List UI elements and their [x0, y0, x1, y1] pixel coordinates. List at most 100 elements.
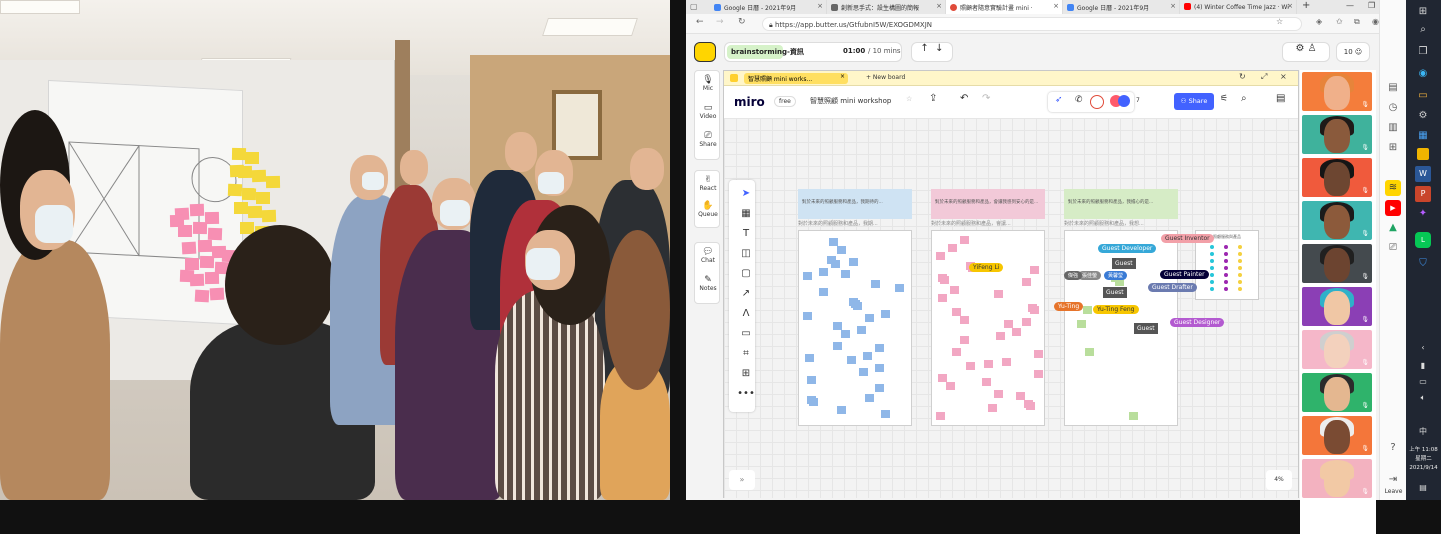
expand-panel-icon[interactable]: »	[729, 470, 755, 490]
select-tool-icon[interactable]: ➤	[733, 188, 759, 199]
sticky-note[interactable]	[865, 394, 874, 402]
clock[interactable]: 上午 11:08 星期二 2021/9/14	[1406, 446, 1441, 473]
sticky-note[interactable]	[875, 364, 884, 372]
comment-tool-icon[interactable]: ▭	[733, 328, 759, 339]
chat-button[interactable]: 💬︎ Chat	[695, 247, 721, 264]
sticky-note-tool-icon[interactable]: ◫	[733, 248, 759, 259]
window-menu-icon[interactable]: ▢	[690, 2, 698, 11]
sticky-note[interactable]	[849, 258, 858, 266]
sticky-note[interactable]	[809, 398, 818, 406]
sticky-note[interactable]	[1030, 266, 1039, 274]
word-icon[interactable]: W	[1415, 166, 1431, 182]
calendar-app-icon[interactable]: ▦	[1415, 128, 1431, 144]
frame-tool-icon[interactable]: ⌗	[733, 348, 759, 359]
extension-icon[interactable]: ◈	[1316, 17, 1322, 26]
sticky-note[interactable]	[950, 286, 959, 294]
volume-icon[interactable]: 🔈︎	[1415, 390, 1431, 406]
participant-video-tile[interactable]: 🎙︎	[1302, 330, 1372, 369]
sticky-note[interactable]	[833, 342, 842, 350]
sticky-note[interactable]	[837, 406, 846, 414]
sticky-note[interactable]	[938, 374, 947, 382]
participant-video-tile[interactable]: 🎙︎	[1302, 115, 1372, 154]
participant-video-tile[interactable]: 🎙︎	[1302, 201, 1372, 240]
minimize-icon[interactable]: —	[1346, 1, 1354, 10]
sticky-note[interactable]	[938, 274, 947, 282]
column-header[interactable]: 對於未來的照顧服務和產品，會讓我感到安心的是...	[931, 189, 1045, 219]
sticky-note[interactable]	[829, 238, 838, 246]
sticky-notes-app-icon[interactable]	[1417, 148, 1429, 160]
drive-icon[interactable]: ▲	[1385, 220, 1401, 236]
clock-icon[interactable]: ◷	[1385, 100, 1401, 116]
powerpoint-icon[interactable]: P	[1415, 186, 1431, 202]
file-explorer-icon[interactable]: ▭	[1415, 88, 1431, 104]
sticky-note[interactable]	[988, 404, 997, 412]
sticky-note[interactable]	[875, 344, 884, 352]
timer-icon[interactable]	[1090, 95, 1104, 109]
close-icon[interactable]: ×	[936, 2, 942, 10]
sticky-note[interactable]	[871, 280, 880, 288]
favorites-icon[interactable]: ✩	[1336, 17, 1343, 26]
search-icon[interactable]: ⌕	[1415, 22, 1431, 38]
close-icon[interactable]: ×	[1280, 72, 1287, 81]
zoom-level[interactable]: 4%	[1266, 470, 1292, 490]
sticky-note[interactable]	[819, 288, 828, 296]
sticky-note[interactable]	[938, 294, 947, 302]
sticky-note[interactable]	[960, 336, 969, 344]
sticky-note[interactable]	[1022, 278, 1031, 286]
text-tool-icon[interactable]: T	[733, 228, 759, 239]
edge-icon[interactable]: ◉	[1415, 66, 1431, 82]
sticky-note[interactable]	[952, 348, 961, 356]
close-icon[interactable]: ×	[840, 73, 845, 80]
notes-button[interactable]: ✎ Notes	[695, 275, 721, 292]
notes-list-icon[interactable]: ▤	[1276, 93, 1285, 104]
sticky-note[interactable]	[960, 316, 969, 324]
sticky-note[interactable]	[1012, 328, 1021, 336]
leave-icon[interactable]: ⇥	[1385, 472, 1401, 488]
line-icon[interactable]: L	[1415, 232, 1431, 248]
sticky-note[interactable]	[881, 410, 890, 418]
sticky-note[interactable]	[936, 252, 945, 260]
arrow-tool-icon[interactable]: ↗	[733, 288, 759, 299]
screen-icon[interactable]: ⎚	[1385, 240, 1401, 256]
participant-video-tile[interactable]: 🎙︎	[1302, 158, 1372, 197]
refresh-icon[interactable]: ↻	[738, 17, 746, 27]
collections-icon[interactable]: ⧉	[1354, 17, 1360, 27]
settings-sliders-icon[interactable]: ⚟	[1220, 94, 1228, 104]
sticky-note[interactable]	[881, 310, 890, 318]
sticky-note[interactable]	[946, 382, 955, 390]
sticky-note[interactable]	[966, 362, 975, 370]
sticky-note[interactable]	[994, 390, 1003, 398]
restore-icon[interactable]: ❐	[1368, 1, 1375, 10]
sticky-note[interactable]	[982, 378, 991, 386]
mic-button[interactable]: 🎙︎ Mic	[695, 75, 721, 92]
board-title[interactable]: 智慧照顧 mini workshop	[810, 96, 891, 106]
chevron-up-icon[interactable]: ‹	[1415, 340, 1431, 356]
participant-video-tile[interactable]: 🎙︎	[1302, 416, 1372, 455]
sticky-note[interactable]	[857, 326, 866, 334]
sticky-note[interactable]	[803, 312, 812, 320]
sticky-note[interactable]	[837, 246, 846, 254]
profile-icon[interactable]: ◉	[1372, 17, 1379, 26]
more-tools-icon[interactable]: •••	[733, 388, 759, 399]
windows-start-icon[interactable]: ⊞	[1415, 4, 1431, 20]
share-button[interactable]: ⎚ Share	[695, 131, 721, 148]
share-button[interactable]: ⚇ Share	[1174, 93, 1214, 110]
gear-icon[interactable]: ⚙	[1295, 43, 1304, 54]
upload-tool-icon[interactable]: ⊞	[733, 368, 759, 379]
arrow-down-icon[interactable]: ↓	[935, 43, 943, 54]
help-icon[interactable]: ?	[1385, 440, 1401, 456]
sticky-note[interactable]	[895, 284, 904, 292]
messenger-icon[interactable]: ✦	[1415, 206, 1431, 222]
tab-youtube[interactable]: (4) Winter Coffee Time Jazz · Wi ×	[1180, 0, 1297, 14]
video-button[interactable]: ▭ Video	[695, 103, 721, 120]
participant-video-tile[interactable]: 🎙︎	[1302, 287, 1372, 326]
sticky-note[interactable]	[841, 270, 850, 278]
new-board-button[interactable]: + New board	[866, 74, 905, 81]
tab-presentation[interactable]: 創新思手式：設生構圖的簡報 ×	[827, 0, 946, 14]
sticky-note[interactable]	[952, 308, 961, 316]
plus-icon[interactable]: +	[1302, 0, 1310, 11]
sticky-note[interactable]	[1083, 306, 1092, 314]
search-icon[interactable]: ⌕	[1241, 93, 1247, 104]
board-tab[interactable]: 智慧照顧 mini works... ×	[744, 73, 848, 84]
sticky-note[interactable]	[1002, 358, 1011, 366]
